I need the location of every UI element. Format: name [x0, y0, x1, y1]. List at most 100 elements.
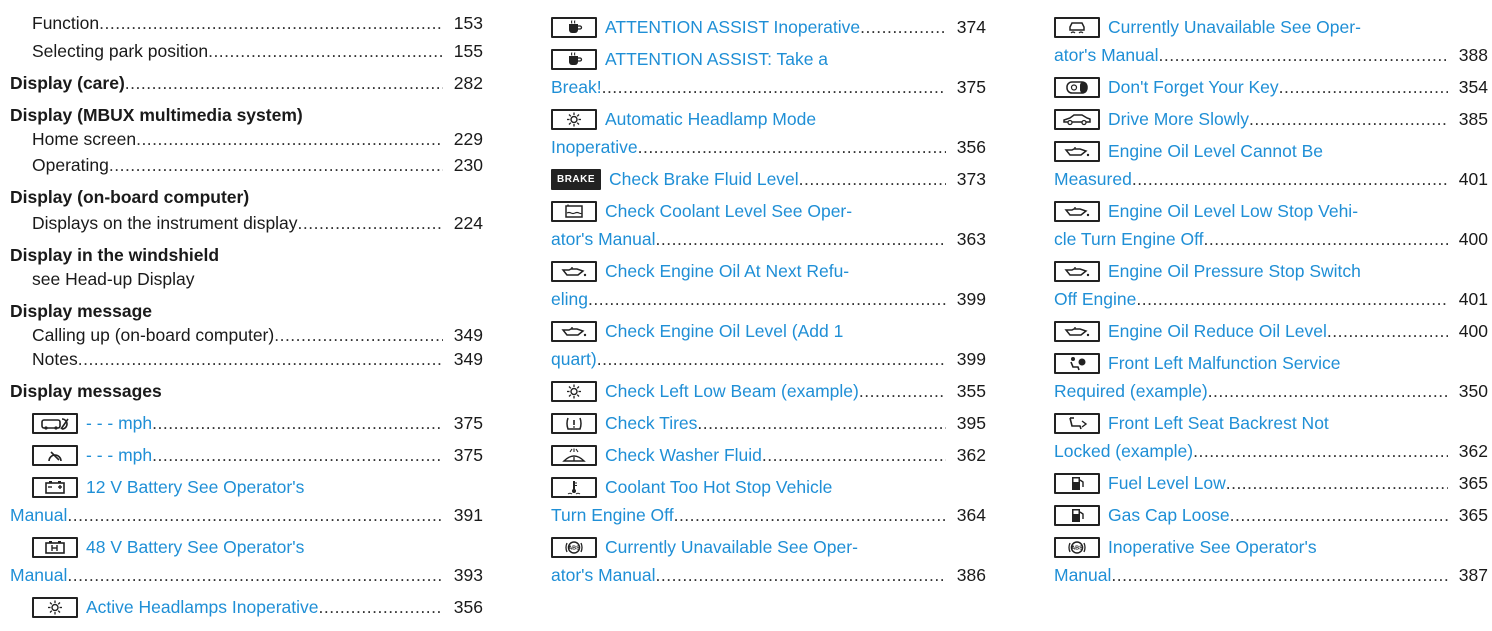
index-entry: Active Headlamps Inoperative 356: [10, 586, 483, 618]
index-entry-continued: Break! 375: [551, 70, 986, 98]
page-number: 363: [956, 229, 986, 249]
entry-link[interactable]: Check Tires: [605, 412, 697, 434]
entry-link[interactable]: Currently Unavailable See Oper-: [605, 536, 858, 558]
entry-link[interactable]: Drive More Slowly: [1108, 108, 1249, 130]
car-side-icon: [1054, 109, 1100, 130]
entry-link[interactable]: Turn Engine Off: [551, 504, 674, 526]
index-entry-continued: ator's Manual 386: [551, 558, 986, 586]
washer-fluid-icon: [551, 445, 597, 466]
entry-link[interactable]: Check Engine Oil Level (Add 1: [605, 320, 843, 342]
index-entry-continued: Manual 387: [1054, 558, 1488, 586]
index-heading: Display (on-board computer): [10, 176, 483, 208]
oil-can-icon: [1054, 201, 1100, 222]
page-number: 355: [956, 381, 986, 401]
page-number: 375: [453, 413, 483, 433]
index-entry-continued: Turn Engine Off 364: [551, 498, 986, 526]
entry-link[interactable]: Check Washer Fluid: [605, 444, 762, 466]
entry-link[interactable]: Active Headlamps Inoperative: [86, 596, 318, 618]
index-entry: - - - mph 375: [10, 434, 483, 466]
page-number: 401: [1458, 289, 1488, 309]
entry-link[interactable]: Check Left Low Beam (example): [605, 380, 859, 402]
entry-link[interactable]: Inoperative See Operator's: [1108, 536, 1317, 558]
index-entry-line: Coolant Too Hot Stop Vehicle: [551, 466, 986, 498]
entry-link[interactable]: ator's Manual: [551, 564, 656, 586]
page-number: 393: [453, 565, 483, 585]
page-number: 364: [956, 505, 986, 525]
page-number: 400: [1458, 229, 1488, 249]
entry-link[interactable]: - - - mph: [86, 412, 152, 434]
entry-link[interactable]: Front Left Seat Backrest Not: [1108, 412, 1329, 434]
index-entry-line: Engine Oil Level Cannot Be: [1054, 130, 1488, 162]
heading-label: Display (care): [10, 73, 125, 93]
index-entry: BRAKE Check Brake Fluid Level 373: [551, 158, 986, 190]
entry-link[interactable]: Inoperative: [551, 136, 638, 158]
entry-link[interactable]: ATTENTION ASSIST Inoperative: [605, 16, 860, 38]
entry-link[interactable]: Manual: [10, 564, 67, 586]
headlamp-sun-icon: [551, 381, 597, 402]
page-number: 229: [453, 129, 483, 149]
entry-link[interactable]: Engine Oil Pressure Stop Switch: [1108, 260, 1361, 282]
index-entry-continued: cle Turn Engine Off 400: [1054, 222, 1488, 250]
abs-icon: ABS: [551, 537, 597, 558]
entry-link[interactable]: Automatic Headlamp Mode: [605, 108, 816, 130]
entry-link[interactable]: Currently Unavailable See Oper-: [1108, 16, 1361, 38]
page-number: 365: [1458, 505, 1488, 525]
index-entry-line: Check Engine Oil Level (Add 1: [551, 310, 986, 342]
page-number: 399: [956, 349, 986, 369]
page-number: 388: [1458, 45, 1488, 65]
entry-link[interactable]: Front Left Malfunction Service: [1108, 352, 1340, 374]
svg-text:ABS: ABS: [568, 546, 580, 552]
entry-link[interactable]: Locked (example): [1054, 440, 1193, 462]
brake-icon: BRAKE: [551, 169, 601, 190]
fuel-pump-icon: [1054, 473, 1100, 494]
coolant-temperature-icon: [551, 477, 597, 498]
entry-link[interactable]: Coolant Too Hot Stop Vehicle: [605, 476, 832, 498]
index-entry: Check Left Low Beam (example) 355: [551, 370, 986, 402]
entry-link[interactable]: Don't Forget Your Key: [1108, 76, 1279, 98]
entry-link[interactable]: Check Brake Fluid Level: [609, 168, 799, 190]
entry-link[interactable]: quart): [551, 348, 597, 370]
entry-label: Operating: [32, 155, 109, 175]
speed-limit-car-icon: [32, 413, 78, 434]
entry-link[interactable]: Measured: [1054, 168, 1132, 190]
entry-link[interactable]: Fuel Level Low: [1108, 472, 1226, 494]
entry-link[interactable]: ator's Manual: [1054, 44, 1159, 66]
page-number: 386: [956, 565, 986, 585]
oil-can-icon: [1054, 321, 1100, 342]
index-entry: Operating 230: [10, 150, 483, 176]
entry-link[interactable]: ATTENTION ASSIST: Take a: [605, 48, 828, 70]
entry-link[interactable]: Check Coolant Level See Oper-: [605, 200, 852, 222]
entry-link[interactable]: Engine Oil Level Low Stop Vehi-: [1108, 200, 1358, 222]
entry-link[interactable]: Engine Oil Reduce Oil Level: [1108, 320, 1327, 342]
index-entry: Home screen 229: [10, 126, 483, 150]
index-entry: Fuel Level Low 365: [1054, 462, 1488, 494]
entry-link[interactable]: - - - mph: [86, 444, 152, 466]
entry-link[interactable]: Off Engine: [1054, 288, 1136, 310]
entry-label: Calling up (on-board computer): [32, 325, 275, 345]
index-heading: Display (MBUX multimedia system): [10, 94, 483, 126]
entry-link[interactable]: 12 V Battery See Operator's: [86, 476, 304, 498]
entry-link[interactable]: Engine Oil Level Cannot Be: [1108, 140, 1323, 162]
index-entry-continued: Inoperative 356: [551, 130, 986, 158]
entry-link[interactable]: 48 V Battery See Operator's: [86, 536, 304, 558]
speedometer-off-icon: [32, 445, 78, 466]
page-number: 385: [1458, 109, 1488, 129]
entry-link[interactable]: Manual: [10, 504, 67, 526]
entry-link[interactable]: eling: [551, 288, 588, 310]
abs-icon: ABS: [1054, 537, 1100, 558]
index-entry-line: Engine Oil Level Low Stop Vehi-: [1054, 190, 1488, 222]
entry-link[interactable]: ator's Manual: [551, 228, 656, 250]
index-entry-line: 12 V Battery See Operator's: [10, 466, 483, 498]
index-entry-line: Currently Unavailable See Oper-: [1054, 6, 1488, 38]
headlamp-sun-icon: [551, 109, 597, 130]
entry-link[interactable]: Manual: [1054, 564, 1111, 586]
entry-link[interactable]: Break!: [551, 76, 602, 98]
entry-link[interactable]: Check Engine Oil At Next Refu-: [605, 260, 849, 282]
index-entry-line: Check Engine Oil At Next Refu-: [551, 250, 986, 282]
index-entry-continued: Required (example) 350: [1054, 374, 1488, 402]
heading-label: Display message: [10, 301, 153, 321]
entry-link[interactable]: Required (example): [1054, 380, 1208, 402]
entry-link[interactable]: Gas Cap Loose: [1108, 504, 1230, 526]
entry-link[interactable]: cle Turn Engine Off: [1054, 228, 1204, 250]
index-entry: Check Tires 395: [551, 402, 986, 434]
